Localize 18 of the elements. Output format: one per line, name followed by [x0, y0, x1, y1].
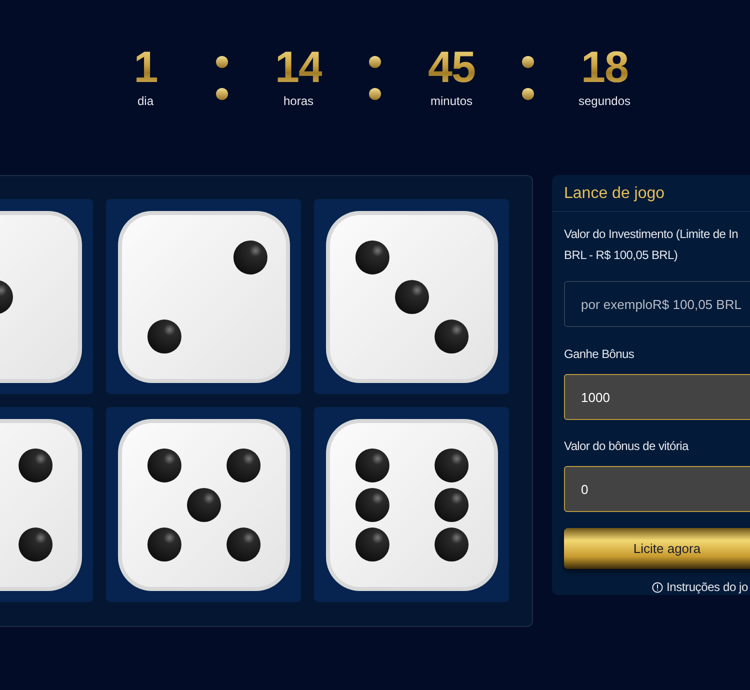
field-label: Valor do bônus de vitória — [564, 438, 688, 455]
countdown-unit: segundos — [578, 94, 631, 108]
instructions-link[interactable]: Instruções do jo — [666, 580, 748, 594]
countdown-unit: minutos — [430, 94, 473, 108]
field-label: BRL - R$ 100,05 BRL) — [564, 247, 678, 264]
field-label: Valor do Investimento (Limite de In — [564, 226, 738, 243]
panel-title: Lance de jogo — [552, 175, 750, 212]
separator-icon — [216, 56, 228, 100]
input-field[interactable]: 0 — [564, 466, 750, 512]
separator-icon — [522, 56, 534, 100]
info-icon — [652, 582, 664, 592]
countdown-unit: horas — [283, 94, 314, 108]
input-field[interactable]: por exemploR$ 100,05 BRL — [564, 281, 750, 327]
field-label: Ganhe Bônus — [564, 346, 634, 363]
countdown-unit: dia — [137, 94, 154, 108]
input-field[interactable]: 1000 — [564, 374, 750, 420]
separator-icon — [369, 56, 381, 100]
bid-button[interactable]: Licite agora — [564, 528, 750, 569]
